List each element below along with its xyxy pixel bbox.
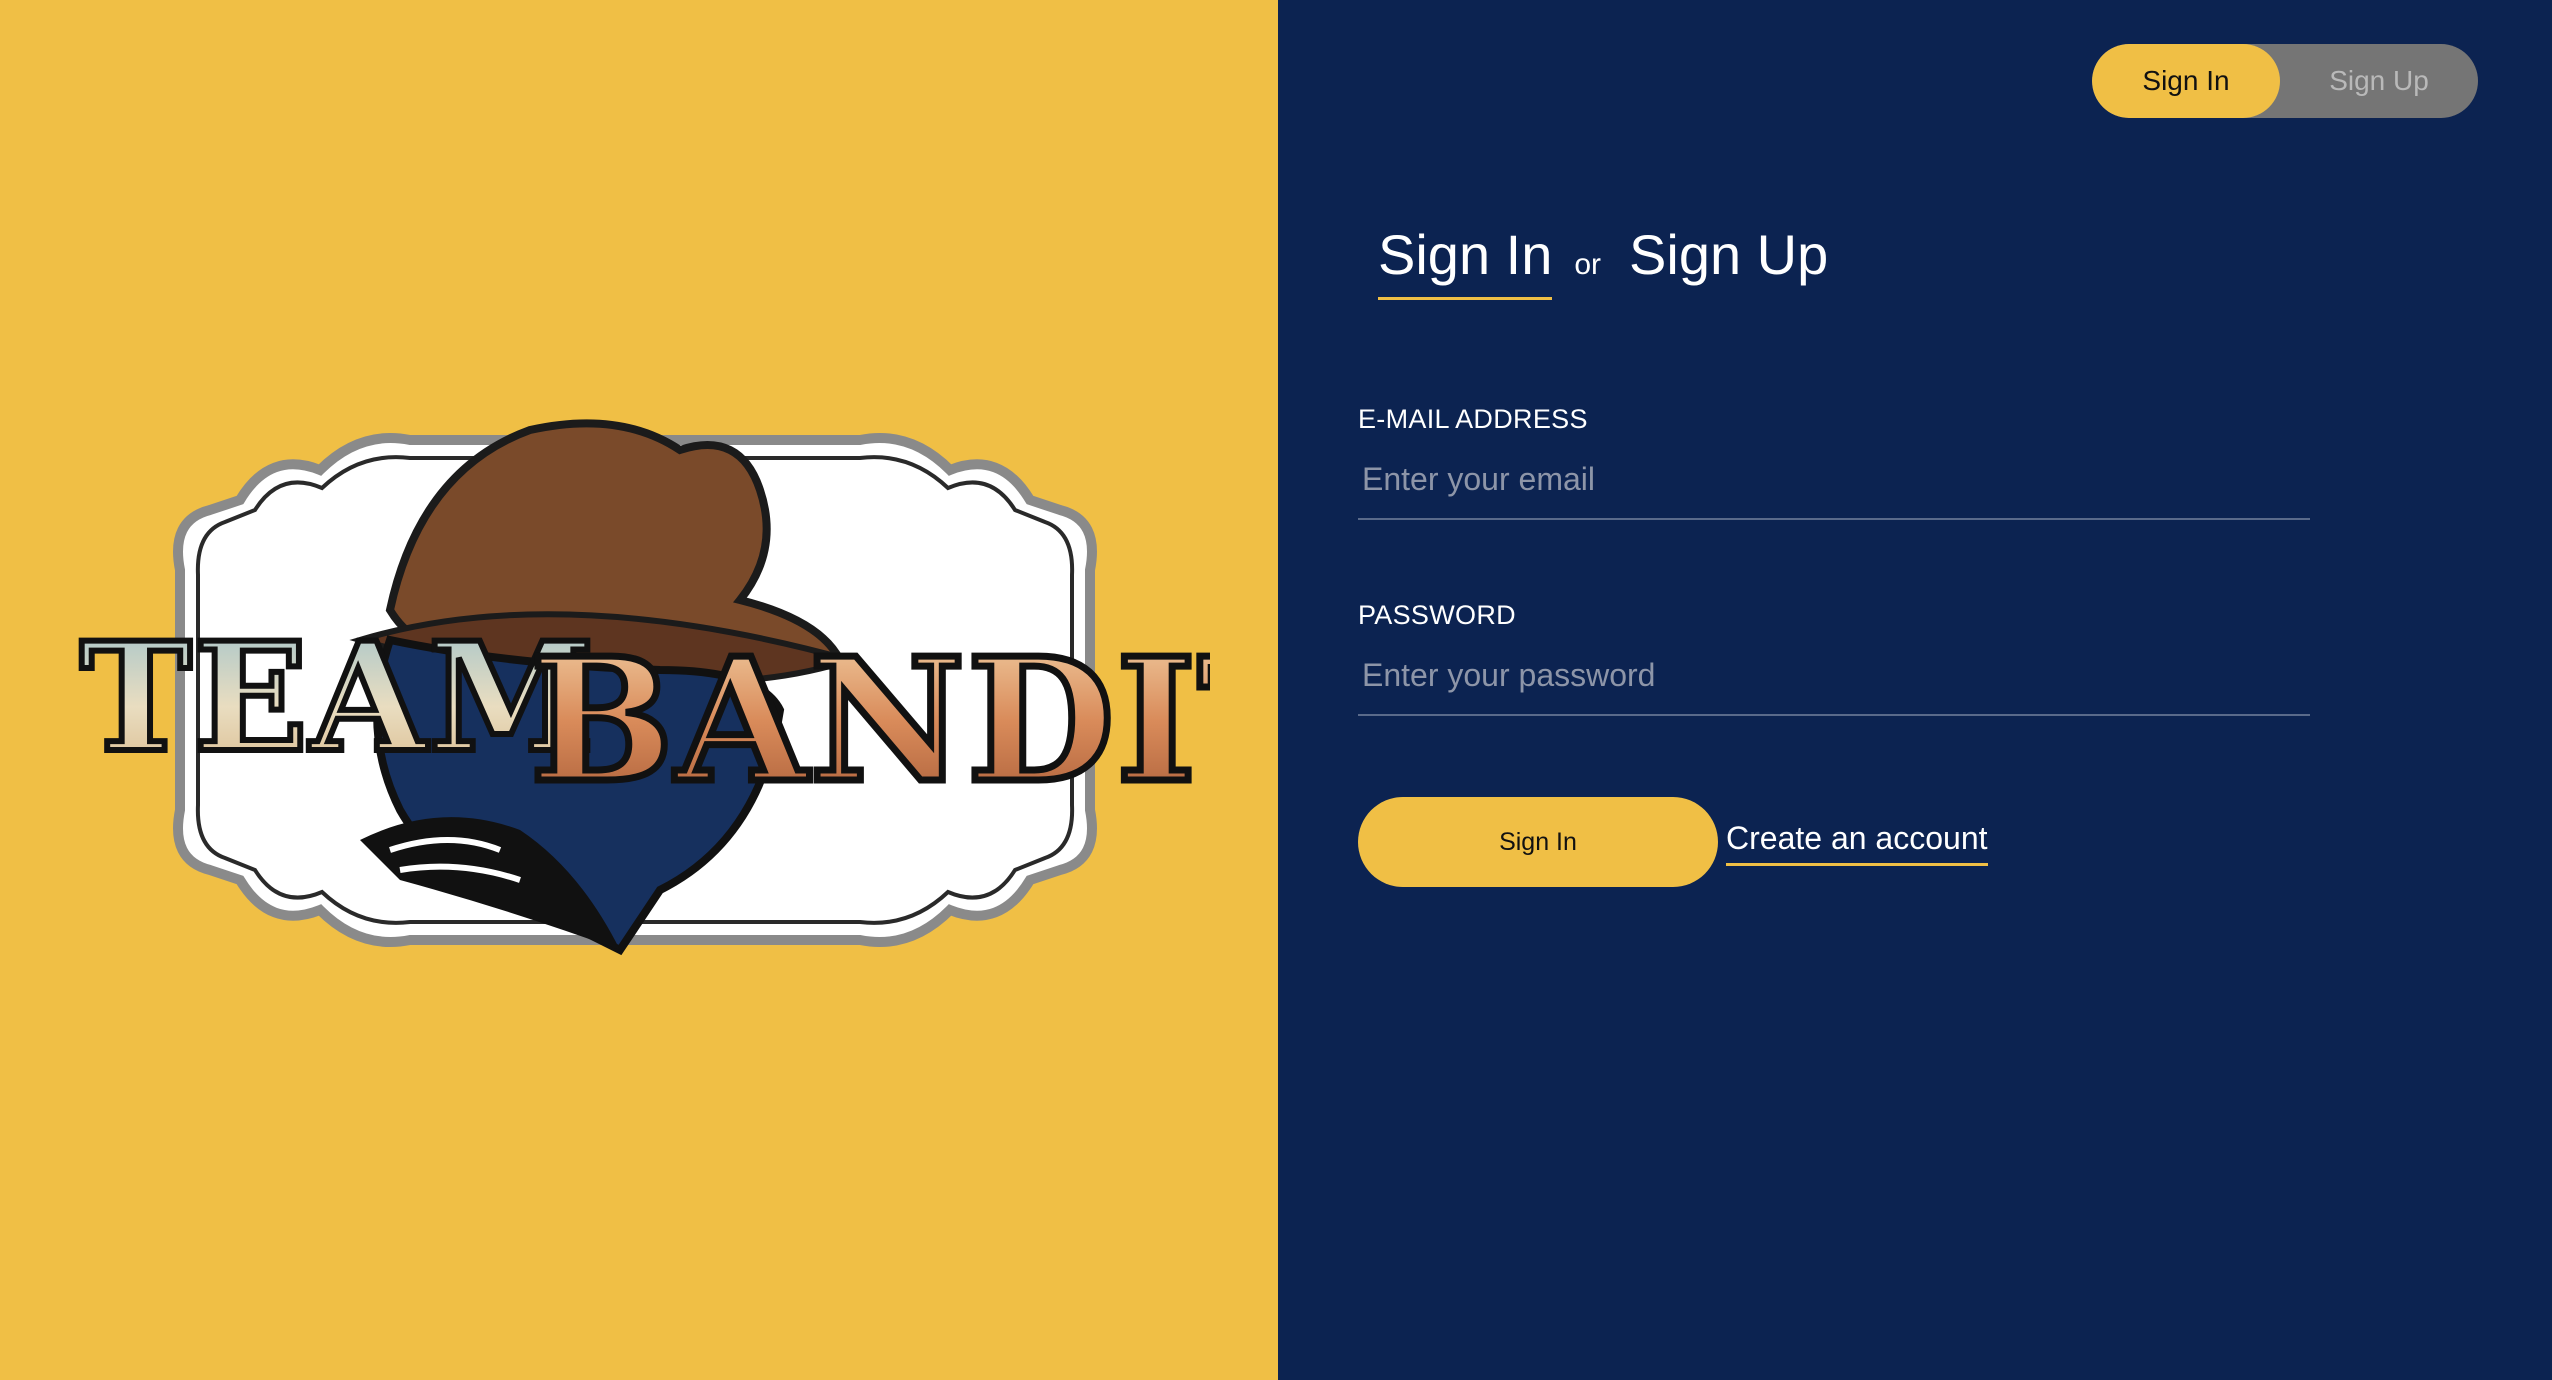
heading-or-text: or <box>1574 248 1602 281</box>
toggle-sign-up-button[interactable]: Sign Up <box>2280 44 2478 118</box>
svg-text:BANDIT: BANDIT <box>530 621 1210 821</box>
team-bandit-logo: TEAM BANDIT <box>60 410 1210 970</box>
auth-page: TEAM BANDIT Sign In Sign Up Sign In or S… <box>0 0 2552 1380</box>
create-account-link[interactable]: Create an account <box>1726 820 1988 866</box>
auth-heading: Sign In or Sign Up <box>1378 222 1828 300</box>
brand-panel: TEAM BANDIT <box>0 0 1278 1380</box>
password-label: PASSWORD <box>1358 600 1516 630</box>
password-input[interactable] <box>1358 649 2310 716</box>
email-field-group: E-MAIL ADDRESS <box>1358 404 2310 520</box>
logo-image: TEAM BANDIT <box>77 419 1210 956</box>
password-field-group: PASSWORD <box>1358 600 2310 716</box>
email-label: E-MAIL ADDRESS <box>1358 404 1588 434</box>
svg-text:TEAM: TEAM <box>80 610 596 786</box>
toggle-sign-in-button[interactable]: Sign In <box>2092 44 2280 118</box>
heading-sign-in-link[interactable]: Sign In <box>1378 222 1553 300</box>
auth-mode-toggle: Sign In Sign Up <box>2092 44 2478 118</box>
heading-sign-up-link[interactable]: Sign Up <box>1629 222 1828 297</box>
sign-in-submit-button[interactable]: Sign In <box>1358 797 1718 887</box>
email-input[interactable] <box>1358 453 2310 520</box>
auth-panel: Sign In Sign Up Sign In or Sign Up E-MAI… <box>1278 0 2552 1380</box>
